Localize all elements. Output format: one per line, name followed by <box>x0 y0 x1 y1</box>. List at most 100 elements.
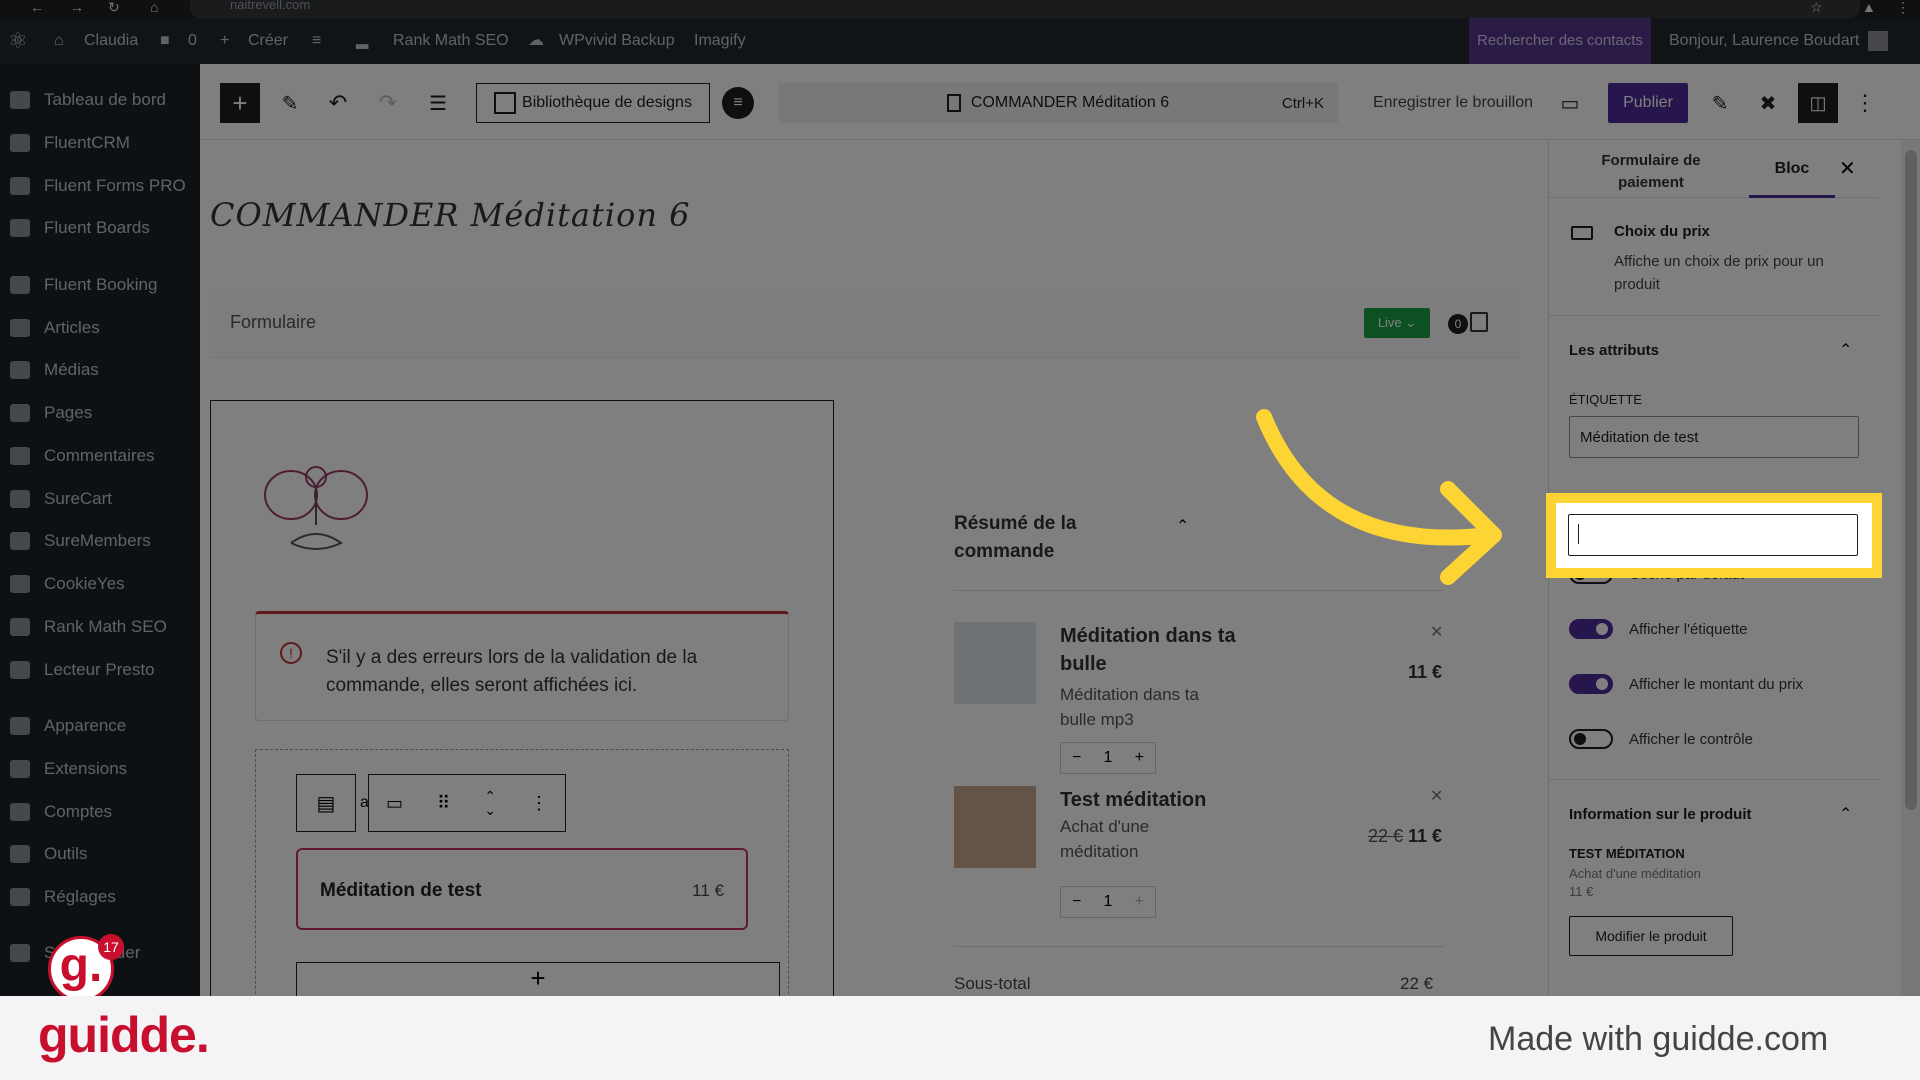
sidebar-item-surecart[interactable]: SureCart <box>0 480 200 518</box>
address-bar[interactable]: naitrevell.com <box>190 0 1860 18</box>
sidebar-item-dashboard[interactable]: Tableau de bord <box>0 81 200 119</box>
preview-icon[interactable]: ▭ <box>1552 83 1588 123</box>
price-choices-block[interactable]: ▤ a ▭ ⠿ ⌃ ⌄ ⋮ Méditation de test 11 € + <box>255 749 789 996</box>
panel-scrollbar[interactable] <box>1901 140 1920 996</box>
fluent-icon[interactable]: ≡ <box>312 18 321 64</box>
sidebar-item-articles[interactable]: Articles <box>0 309 200 347</box>
sidebar-item-presto[interactable]: Lecteur Presto <box>0 651 200 689</box>
list-view-icon[interactable]: ☰ <box>418 83 458 123</box>
rankmath-menu[interactable]: Rank Math SEO <box>393 18 509 64</box>
input-icon[interactable]: ▭ <box>386 793 403 814</box>
menu-icon[interactable]: ⋮ <box>1896 0 1910 14</box>
sidebar-item-fluent-forms[interactable]: Fluent Forms PRO <box>0 167 200 205</box>
extensions-icon[interactable]: ▲ <box>1862 0 1876 14</box>
imagify-menu[interactable]: Imagify <box>694 18 746 64</box>
options-menu-icon[interactable]: ⋮ <box>1850 83 1880 123</box>
document-bar[interactable]: COMMANDER Méditation 6 Ctrl+K <box>778 83 1338 123</box>
plus-icon[interactable]: + <box>1135 893 1144 911</box>
sidebar-item-media[interactable]: Médias <box>0 351 200 389</box>
sidebar-item-suremembers[interactable]: SureMembers <box>0 522 200 560</box>
move-updown-icon[interactable]: ⌃ ⌄ <box>484 789 496 817</box>
publish-button[interactable]: Publier <box>1608 83 1688 123</box>
home-icon[interactable]: ⌂ <box>150 0 158 14</box>
sidebar-item-fluent-booking[interactable]: Fluent Booking <box>0 266 200 304</box>
tab-checkout-form[interactable]: Formulaire de paiement <box>1591 150 1711 194</box>
pencil-icon[interactable]: ✎ <box>270 83 310 123</box>
sidebar-item-fluentcrm[interactable]: FluentCRM <box>0 124 200 162</box>
redo-icon[interactable]: ↷ <box>368 83 408 123</box>
chevron-up-icon[interactable]: ⌃ <box>1176 516 1189 536</box>
close-icon[interactable]: ✕ <box>1839 156 1856 181</box>
add-block-button[interactable]: + <box>220 83 260 123</box>
minus-icon[interactable]: − <box>1072 893 1081 911</box>
greeting[interactable]: Bonjour, Laurence Boudart <box>1669 18 1859 64</box>
toggle-row[interactable]: Afficher le montant du prix <box>1569 674 1869 702</box>
forward-icon[interactable]: → <box>70 0 84 14</box>
remove-icon[interactable]: ✕ <box>1430 622 1443 642</box>
design-tools-icon[interactable]: ✖ <box>1748 83 1788 123</box>
checkout-form-column[interactable]: ! S'il y a des erreurs lors de la valida… <box>210 400 834 996</box>
more-options-icon[interactable]: ⋮ <box>530 793 548 814</box>
sidebar-item-comments[interactable]: Commentaires <box>0 437 200 475</box>
address-text: naitrevell.com <box>230 0 311 12</box>
show-control-toggle[interactable] <box>1569 729 1613 749</box>
plus-icon[interactable]: + <box>1135 749 1144 767</box>
block-controls[interactable]: ▭ ⠿ ⌃ ⌄ ⋮ <box>368 774 566 832</box>
show-label-toggle[interactable] <box>1569 619 1613 639</box>
create-menu[interactable]: Créer <box>248 18 288 64</box>
add-block-appender[interactable]: + <box>296 962 780 996</box>
comments-icon[interactable]: ■ <box>160 18 170 64</box>
form-header[interactable]: Formulaire Live ⌄ 0 <box>210 288 1520 358</box>
product-info-title[interactable]: Information sur le produit <box>1569 806 1752 823</box>
sidebar-item-extensions[interactable]: Extensions <box>0 750 200 788</box>
settings-panel-toggle[interactable]: ◫ <box>1798 83 1838 123</box>
toggle-row[interactable]: Afficher l'étiquette <box>1569 619 1869 647</box>
chevron-up-icon[interactable]: ⌃ <box>1839 804 1852 824</box>
block-type-icon[interactable]: ▤ <box>296 774 356 832</box>
sidebar-item-settings[interactable]: Réglages <box>0 878 200 916</box>
page-title[interactable]: COMMANDER Méditation 6 <box>210 196 691 234</box>
avatar[interactable] <box>1868 31 1888 51</box>
undo-icon[interactable]: ↶ <box>318 83 358 123</box>
edit-icon[interactable]: ✎ <box>1700 83 1740 123</box>
search-contacts-button[interactable]: Rechercher des contacts <box>1469 18 1651 64</box>
edit-product-button[interactable]: Modifier le produit <box>1569 916 1733 956</box>
sidebar-item-appearance[interactable]: Apparence <box>0 707 200 745</box>
toggle-row[interactable]: Afficher le contrôle <box>1569 729 1869 757</box>
sidebar-item-accounts[interactable]: Comptes <box>0 793 200 831</box>
site-name[interactable]: Claudia <box>84 18 138 64</box>
attributes-title[interactable]: Les attributs <box>1569 342 1659 359</box>
comments-count[interactable]: 0 <box>188 18 197 64</box>
quantity-stepper[interactable]: − 1 + <box>1060 886 1156 918</box>
rankmath-icon[interactable]: ▂ <box>356 18 368 64</box>
remove-icon[interactable]: ✕ <box>1430 786 1443 806</box>
show-price-toggle[interactable] <box>1569 674 1613 694</box>
wpvivid-menu[interactable]: WPvivid Backup <box>559 18 675 64</box>
sidebar-item-tools[interactable]: Outils <box>0 835 200 873</box>
back-icon[interactable]: ← <box>30 0 44 14</box>
site-home-icon[interactable]: ⌂ <box>54 18 64 64</box>
stackable-icon[interactable]: ≡ <box>722 87 754 119</box>
chevron-up-icon[interactable]: ⌃ <box>1839 340 1852 360</box>
highlighted-input[interactable] <box>1568 514 1858 556</box>
sidebar-item-pages[interactable]: Pages <box>0 394 200 432</box>
save-draft-button[interactable]: Enregistrer le brouillon <box>1368 83 1538 123</box>
wordpress-logo-icon[interactable]: ⚛ <box>8 18 28 64</box>
sidebar-item-rankmath[interactable]: Rank Math SEO <box>0 608 200 646</box>
tab-block[interactable]: Bloc <box>1749 140 1835 198</box>
plus-icon[interactable]: + <box>220 18 229 64</box>
design-library-button[interactable]: Bibliothèque de designs <box>476 83 710 123</box>
drag-handle-icon[interactable]: ⠿ <box>437 793 450 814</box>
scrollbar-thumb[interactable] <box>1905 150 1917 810</box>
cloud-icon[interactable]: ☁ <box>528 18 544 64</box>
label-input[interactable]: Méditation de test <box>1569 416 1859 458</box>
price-choice-option[interactable]: Méditation de test 11 € <box>296 848 748 930</box>
quantity-stepper[interactable]: − 1 + <box>1060 742 1156 774</box>
star-icon[interactable]: ☆ <box>1810 0 1823 14</box>
sidebar-item-cookieyes[interactable]: CookieYes <box>0 565 200 603</box>
sidebar-item-fluent-boards[interactable]: Fluent Boards <box>0 209 200 247</box>
reload-icon[interactable]: ↻ <box>108 0 120 14</box>
minus-icon[interactable]: − <box>1072 749 1081 767</box>
cart-icon[interactable] <box>1470 312 1488 332</box>
live-badge[interactable]: Live ⌄ <box>1364 308 1430 338</box>
